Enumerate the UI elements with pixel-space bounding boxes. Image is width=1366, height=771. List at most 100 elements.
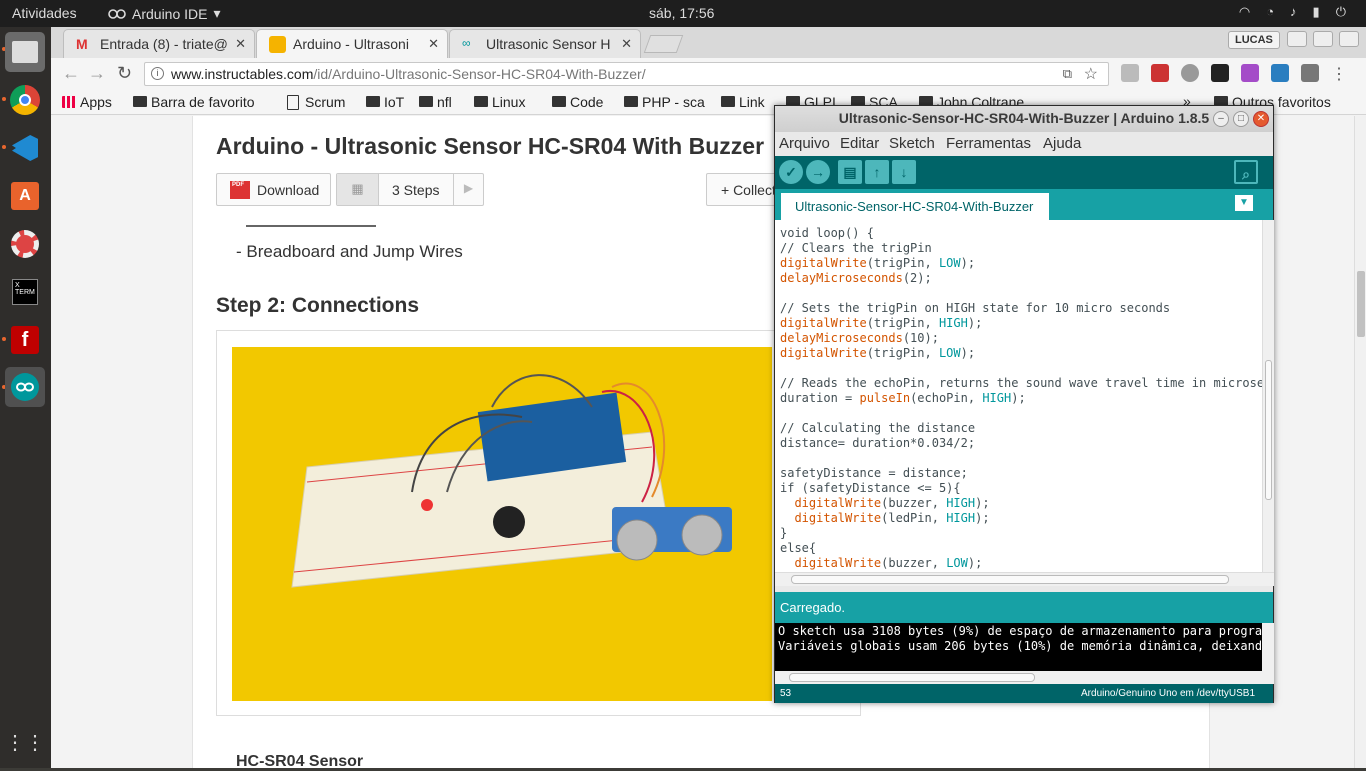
maximize-button[interactable] xyxy=(1313,31,1333,47)
menu-icon[interactable]: ⋮ xyxy=(1331,64,1349,83)
pdf-icon: PDF xyxy=(230,181,250,199)
new-sketch-icon[interactable]: ▤ xyxy=(838,160,862,184)
forward-icon[interactable]: → xyxy=(88,63,106,84)
scrollbar-thumb[interactable] xyxy=(1265,360,1272,500)
extension-icon[interactable] xyxy=(1271,64,1289,82)
verify-icon[interactable]: ✓ xyxy=(779,160,803,184)
extension-icon[interactable] xyxy=(1181,64,1199,82)
minimize-icon[interactable]: – xyxy=(1213,111,1229,127)
close-window-button[interactable] xyxy=(1339,31,1359,47)
console-line: O sketch usa 3108 bytes (9%) de espaço d… xyxy=(778,624,1263,638)
status-message: Carregado. xyxy=(775,592,1273,623)
bookmark-link[interactable]: Link xyxy=(721,94,765,110)
editor-vscroll[interactable] xyxy=(1262,220,1274,572)
scrollbar-thumb[interactable] xyxy=(1357,271,1365,337)
profile-button[interactable]: LUCAS xyxy=(1228,31,1280,49)
close-icon[interactable]: ✕ xyxy=(428,36,439,52)
translate-icon[interactable]: ⧉ xyxy=(1063,66,1072,82)
menu-ferramentas[interactable]: Ferramentas xyxy=(946,135,1031,152)
console-vscroll[interactable] xyxy=(1262,623,1274,671)
extension-icon[interactable] xyxy=(1241,64,1259,82)
tab-label: Entrada (8) - triate@ xyxy=(100,36,228,52)
next-arrow-icon[interactable]: ▶ xyxy=(453,174,483,205)
download-button[interactable]: PDF Download xyxy=(216,173,331,206)
close-icon[interactable]: ✕ xyxy=(235,36,246,52)
grid-icon[interactable]: ▦ xyxy=(337,174,379,205)
arduino-icon: ∞ xyxy=(462,36,471,50)
camera-icon[interactable] xyxy=(1301,64,1319,82)
menu-ajuda[interactable]: Ajuda xyxy=(1043,135,1081,152)
extensions: ⋮ xyxy=(1121,64,1349,83)
bookmark-folder[interactable]: IoT xyxy=(366,94,404,110)
menu-arquivo[interactable]: Arquivo xyxy=(779,135,830,152)
tab-instructables[interactable]: Arduino - Ultrasoni ✕ xyxy=(256,29,448,58)
close-icon[interactable]: ✕ xyxy=(621,36,632,52)
wifi-icon[interactable]: ◔ xyxy=(1266,4,1274,20)
code-line: // Clears the trigPin xyxy=(780,241,932,255)
info-icon[interactable]: i xyxy=(151,67,164,80)
filezilla-icon[interactable]: f xyxy=(5,320,45,360)
volume-icon[interactable]: ♪ xyxy=(1290,4,1297,20)
show-apps-icon[interactable]: ⋮⋮ xyxy=(5,722,45,762)
bookmark-star-icon[interactable]: ☆ xyxy=(1084,64,1098,84)
steps-nav[interactable]: ▦ 3 Steps ▶ xyxy=(336,173,484,206)
clock[interactable]: sáb, 17:56 xyxy=(649,5,714,21)
bookmark-folder[interactable]: nfl xyxy=(419,94,452,110)
back-icon[interactable]: ← xyxy=(62,63,80,84)
menu-sketch[interactable]: Sketch xyxy=(889,135,935,152)
power-icon[interactable]: ⏻ xyxy=(1336,4,1346,20)
files-icon[interactable] xyxy=(5,32,45,72)
network-icon[interactable]: ◠ xyxy=(1239,4,1250,20)
bookmark-apps[interactable]: Apps xyxy=(62,94,112,110)
pocket-icon[interactable] xyxy=(1211,64,1229,82)
arduino-launcher-icon[interactable] xyxy=(5,367,45,407)
new-tab-button[interactable] xyxy=(643,35,684,53)
xterm-icon[interactable]: X TERM xyxy=(5,272,45,312)
console-hscroll[interactable] xyxy=(775,671,1274,684)
bookmark-folder[interactable]: Barra de favorito xyxy=(133,94,270,110)
circuit-photo[interactable] xyxy=(232,347,772,701)
save-icon[interactable]: ↓ xyxy=(892,160,916,184)
tab-label: Arduino - Ultrasoni xyxy=(293,36,409,52)
close-icon[interactable]: ✕ xyxy=(1253,111,1269,127)
editor-hscroll[interactable] xyxy=(775,572,1274,586)
bookmark-folder[interactable]: PHP - sca xyxy=(624,94,705,110)
minimize-button[interactable] xyxy=(1287,31,1307,47)
battery-icon[interactable]: ▮ xyxy=(1313,4,1320,20)
upload-icon[interactable]: → xyxy=(806,160,830,184)
bookmark-folder[interactable]: Linux xyxy=(474,94,525,110)
bookmark-folder[interactable]: Code xyxy=(552,94,603,110)
gmail-icon: M xyxy=(76,36,88,52)
window-titlebar[interactable]: Ultrasonic-Sensor-HC-SR04-With-Buzzer | … xyxy=(775,106,1273,132)
serial-monitor-icon[interactable]: ⌕ xyxy=(1234,160,1258,184)
page-scrollbar[interactable] xyxy=(1354,116,1366,768)
code-editor[interactable]: void loop() { // Clears the trigPin digi… xyxy=(775,220,1263,574)
chrome-icon[interactable] xyxy=(5,80,45,120)
reload-icon[interactable]: ↻ xyxy=(117,63,132,84)
activities-button[interactable]: Atividades xyxy=(12,5,77,21)
maximize-icon[interactable]: □ xyxy=(1233,111,1249,127)
console-output[interactable]: O sketch usa 3108 bytes (9%) de espaço d… xyxy=(775,623,1263,671)
software-center-icon[interactable]: A xyxy=(5,176,45,216)
chevron-down-icon[interactable]: ▼ xyxy=(1235,195,1253,211)
settings-icon[interactable] xyxy=(5,224,45,264)
menu-editar[interactable]: Editar xyxy=(840,135,879,152)
tab-sketch[interactable]: Ultrasonic-Sensor-HC-SR04-With-Buzzer xyxy=(781,193,1049,220)
system-tray[interactable]: ◠ ◔ ♪ ▮ ⏻ xyxy=(1239,4,1346,20)
address-bar[interactable]: i www.instructables.com/id/Arduino-Ultra… xyxy=(144,62,1109,86)
extension-icon[interactable] xyxy=(1121,64,1139,82)
tab-arduino[interactable]: ∞ Ultrasonic Sensor H ✕ xyxy=(449,29,641,58)
app-name: Arduino IDE xyxy=(132,5,208,22)
scrollbar-thumb[interactable] xyxy=(789,673,1035,682)
extension-icon[interactable] xyxy=(1151,64,1169,82)
vscode-icon[interactable] xyxy=(5,128,45,168)
instructables-icon xyxy=(269,36,286,53)
ide-toolbar: ✓ → ▤ ↑ ↓ ⌕ xyxy=(775,156,1273,189)
code-line: void loop() { xyxy=(780,226,874,240)
tab-gmail[interactable]: M Entrada (8) - triate@ ✕ xyxy=(63,29,255,58)
open-icon[interactable]: ↑ xyxy=(865,160,889,184)
app-menu[interactable]: Arduino IDE ▾ xyxy=(108,5,221,22)
scrollbar-thumb[interactable] xyxy=(791,575,1229,584)
bookmark-page[interactable]: Scrum xyxy=(287,94,345,110)
launcher: A X TERM f ⋮⋮ xyxy=(0,27,51,768)
